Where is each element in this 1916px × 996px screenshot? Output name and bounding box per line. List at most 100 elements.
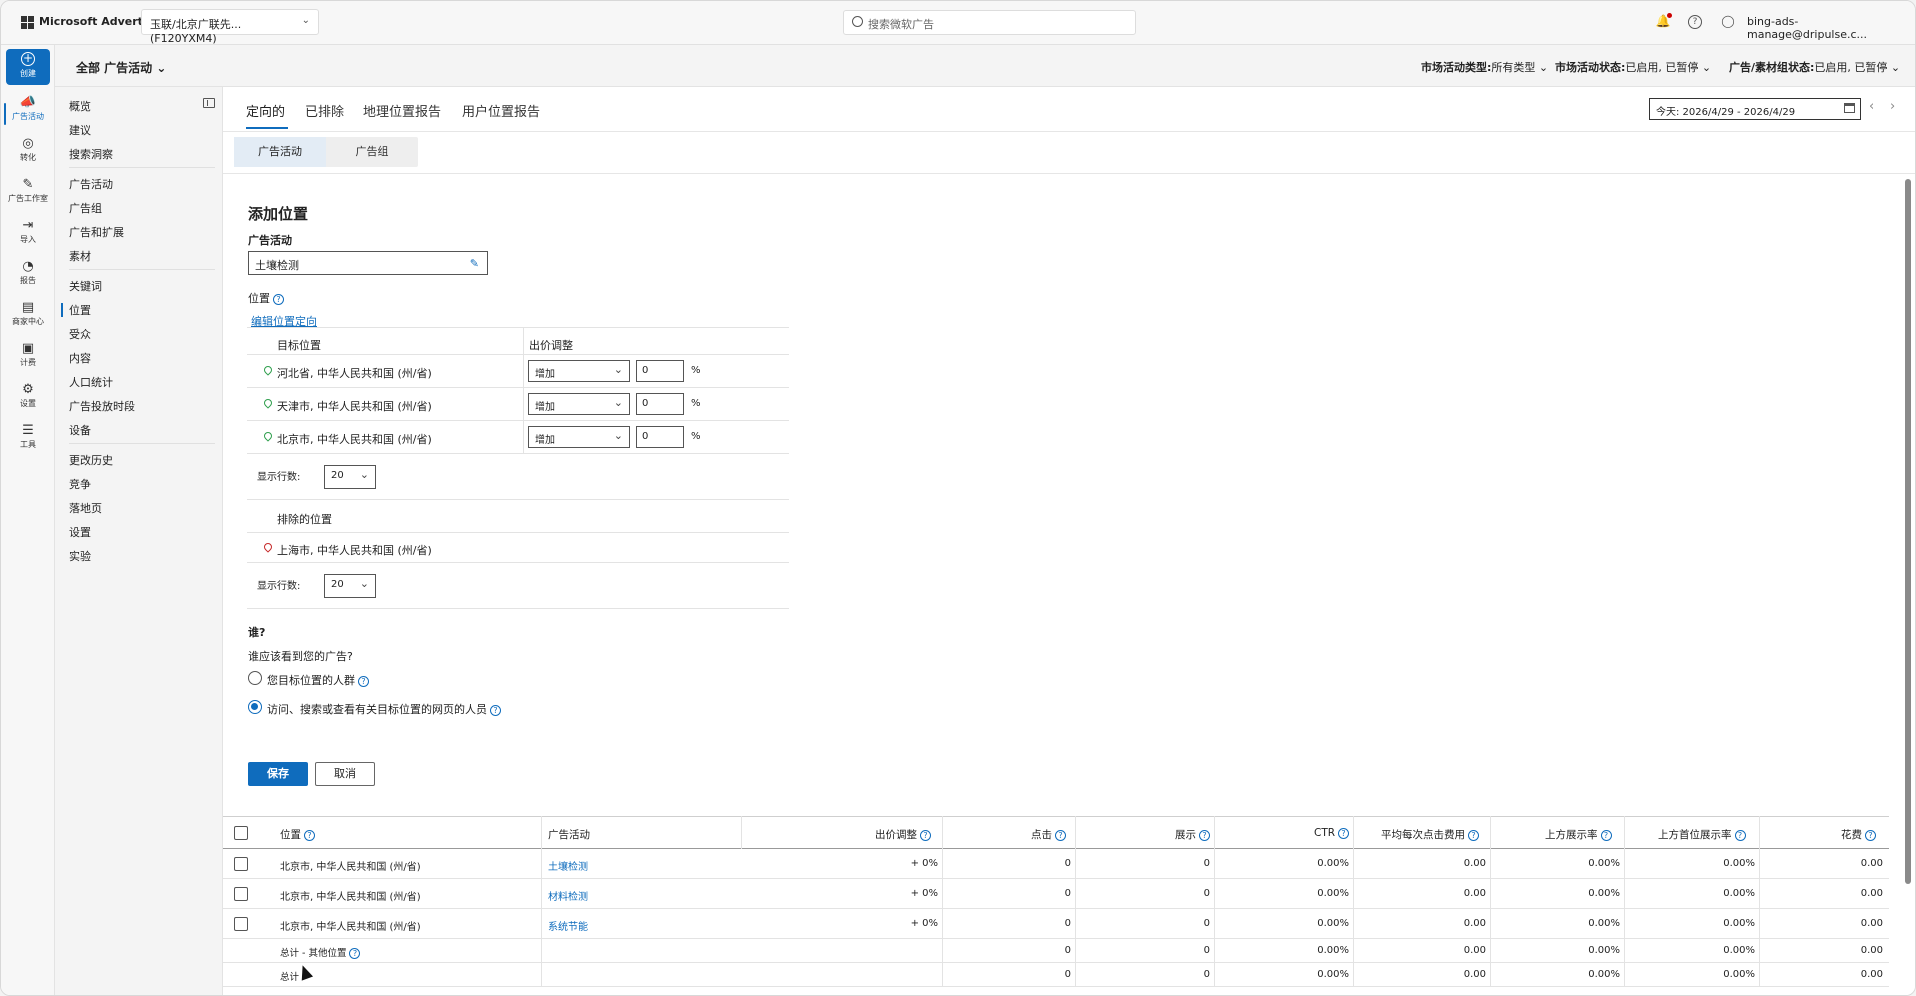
chevron-left-icon[interactable]: ‹ [1869, 99, 1874, 114]
help-icon[interactable]: ? [349, 948, 361, 959]
bid-percent-input[interactable]: 0 [636, 360, 684, 382]
header-bid-adjustment[interactable]: 出价调整? [875, 827, 931, 842]
help-icon[interactable]: ? [1199, 829, 1210, 841]
nav-item-overview[interactable]: 概览 [69, 98, 91, 114]
rail-item-merchant-center[interactable]: ▤ 商家中心 [1, 300, 55, 338]
nav-active-indicator [61, 303, 63, 317]
help-icon[interactable]: ? [304, 829, 315, 841]
pencil-icon[interactable]: ✎ [470, 257, 479, 270]
user-email[interactable]: bing-ads-manage@dripulse.c... [1747, 15, 1915, 41]
help-icon[interactable]: ? [490, 704, 501, 716]
bid-percent-input[interactable]: 0 [636, 426, 684, 448]
radio-target-location-people[interactable] [248, 671, 262, 685]
subtab-campaign[interactable]: 广告活动 [234, 137, 326, 167]
header-campaign[interactable]: 广告活动 [548, 827, 590, 842]
select-all-checkbox[interactable] [234, 826, 248, 840]
nav-item-experiments[interactable]: 实验 [69, 548, 91, 564]
nav-item-recommendations[interactable]: 建议 [69, 122, 91, 138]
tools-icon: ☰ [22, 423, 34, 438]
header-location[interactable]: 位置? [280, 827, 315, 842]
nav-item-change-history[interactable]: 更改历史 [69, 452, 113, 468]
vertical-scrollbar[interactable] [1905, 179, 1911, 884]
nav-item-competition[interactable]: 竞争 [69, 476, 91, 492]
nav-item-settings[interactable]: 设置 [69, 524, 91, 540]
campaign-field[interactable]: 土壤检测 ✎ [248, 251, 488, 275]
rail-item-ad-studio[interactable]: ✎ 广告工作室 [1, 177, 55, 215]
header-impressions[interactable]: 展示? [1175, 827, 1210, 842]
target-icon: ◎ [22, 136, 34, 151]
rail-item-settings[interactable]: ⚙ 设置 [1, 382, 55, 420]
help-icon[interactable]: ? [1865, 829, 1876, 841]
rail-item-campaigns[interactable]: 📣 广告活动 [1, 95, 55, 133]
rail-item-import[interactable]: ⇥ 导入 [1, 218, 55, 256]
nav-item-audiences[interactable]: 受众 [69, 326, 91, 342]
cancel-button[interactable]: 取消 [315, 762, 375, 786]
nav-item-content[interactable]: 内容 [69, 350, 91, 366]
nav-item-demographics[interactable]: 人口统计 [69, 374, 113, 390]
save-button[interactable]: 保存 [248, 762, 308, 786]
help-icon[interactable]: ? [1688, 15, 1702, 29]
nav-item-landing-pages[interactable]: 落地页 [69, 500, 102, 516]
tab-user-location-report[interactable]: 用户位置报告 [462, 101, 540, 120]
nav-item-search-insights[interactable]: 搜索洞察 [69, 146, 113, 162]
bid-direction-select[interactable]: 增加 ⌄ [528, 360, 630, 382]
rail-label: 转化 [20, 153, 36, 162]
header-ctr[interactable]: CTR? [1314, 827, 1350, 839]
cell-campaign-link[interactable]: 材料检测 [548, 888, 588, 903]
help-icon[interactable]: ? [273, 293, 284, 305]
help-icon[interactable]: ? [1600, 829, 1612, 841]
nav-item-keywords[interactable]: 关键词 [69, 278, 102, 294]
row-checkbox[interactable] [234, 887, 248, 901]
create-button[interactable]: + 创建 [6, 49, 50, 85]
header-clicks[interactable]: 点击? [1031, 827, 1066, 842]
help-icon[interactable]: ? [1338, 827, 1350, 839]
filter-ad-status[interactable]: 广告/素材组状态:已启用, 已暂停 ⌄ [1729, 59, 1900, 75]
header-top-impr-rate[interactable]: 上方展示率? [1545, 827, 1612, 842]
subtab-ad-group[interactable]: 广告组 [326, 137, 418, 167]
nav-item-locations[interactable]: 位置 [69, 302, 91, 318]
rail-item-conversions[interactable]: ◎ 转化 [1, 136, 55, 174]
cell-campaign-link[interactable]: 土壤检测 [548, 858, 588, 873]
help-icon[interactable]: ? [358, 675, 369, 687]
header-spend[interactable]: 花费? [1841, 827, 1876, 842]
nav-item-ad-schedule[interactable]: 广告投放时段 [69, 398, 135, 414]
nav-item-ad-groups[interactable]: 广告组 [69, 200, 102, 216]
search-input[interactable]: 搜索微软广告 [843, 10, 1136, 35]
tab-geographic-report[interactable]: 地理位置报告 [363, 101, 441, 120]
row-checkbox[interactable] [234, 917, 248, 931]
collapse-panel-icon[interactable] [203, 98, 215, 108]
help-icon[interactable]: ? [920, 829, 931, 841]
row-checkbox[interactable] [234, 857, 248, 871]
nav-item-campaigns[interactable]: 广告活动 [69, 176, 113, 192]
rail-item-tools[interactable]: ☰ 工具 [1, 423, 55, 461]
help-icon[interactable]: ? [1734, 829, 1746, 841]
gear-icon: ⚙ [22, 382, 34, 397]
nav-item-devices[interactable]: 设备 [69, 422, 91, 438]
filter-campaign-status[interactable]: 市场活动状态:已启用, 已暂停 ⌄ [1555, 59, 1711, 75]
tab-excluded[interactable]: 已排除 [305, 101, 344, 120]
nav-item-assets[interactable]: 素材 [69, 248, 91, 264]
bid-direction-select[interactable]: 增加 ⌄ [528, 426, 630, 448]
bid-direction-select[interactable]: 增加 ⌄ [528, 393, 630, 415]
chevron-right-icon[interactable]: › [1890, 99, 1895, 114]
user-avatar-icon[interactable]: ◯ [1720, 14, 1736, 30]
main-content: 定向的 已排除 地理位置报告 用户位置报告 今天: 2026/4/29 - 20… [223, 87, 1915, 995]
filter-campaign-type[interactable]: 市场活动类型:所有类型 ⌄ [1421, 59, 1548, 75]
help-icon[interactable]: ? [1055, 829, 1066, 841]
tab-targeted[interactable]: 定向的 [246, 101, 285, 120]
bid-percent-input[interactable]: 0 [636, 393, 684, 415]
radio-interested-people[interactable] [248, 700, 262, 714]
notification-bell-icon[interactable]: 🔔 [1655, 13, 1672, 30]
rail-item-billing[interactable]: ▣ 计费 [1, 341, 55, 379]
header-avg-cpc[interactable]: 平均每次点击费用? [1381, 827, 1479, 842]
campaign-scope-selector[interactable]: 全部 广告活动 ⌄ [76, 59, 166, 76]
help-icon[interactable]: ? [1468, 829, 1479, 841]
nav-item-ads-extensions[interactable]: 广告和扩展 [69, 224, 124, 240]
account-switcher[interactable]: 玉联/北京广联先... (F120YXM4) ⌄ [141, 9, 319, 45]
header-abs-top-impr-rate[interactable]: 上方首位展示率? [1658, 827, 1746, 842]
rows-per-page-select[interactable]: 20 ⌄ [324, 574, 376, 598]
rail-item-reports[interactable]: ◔ 报告 [1, 259, 55, 297]
cell-campaign-link[interactable]: 系统节能 [548, 918, 588, 933]
rows-per-page-select[interactable]: 20 ⌄ [324, 465, 376, 489]
date-range-picker[interactable]: 今天: 2026/4/29 - 2026/4/29 [1649, 98, 1861, 120]
